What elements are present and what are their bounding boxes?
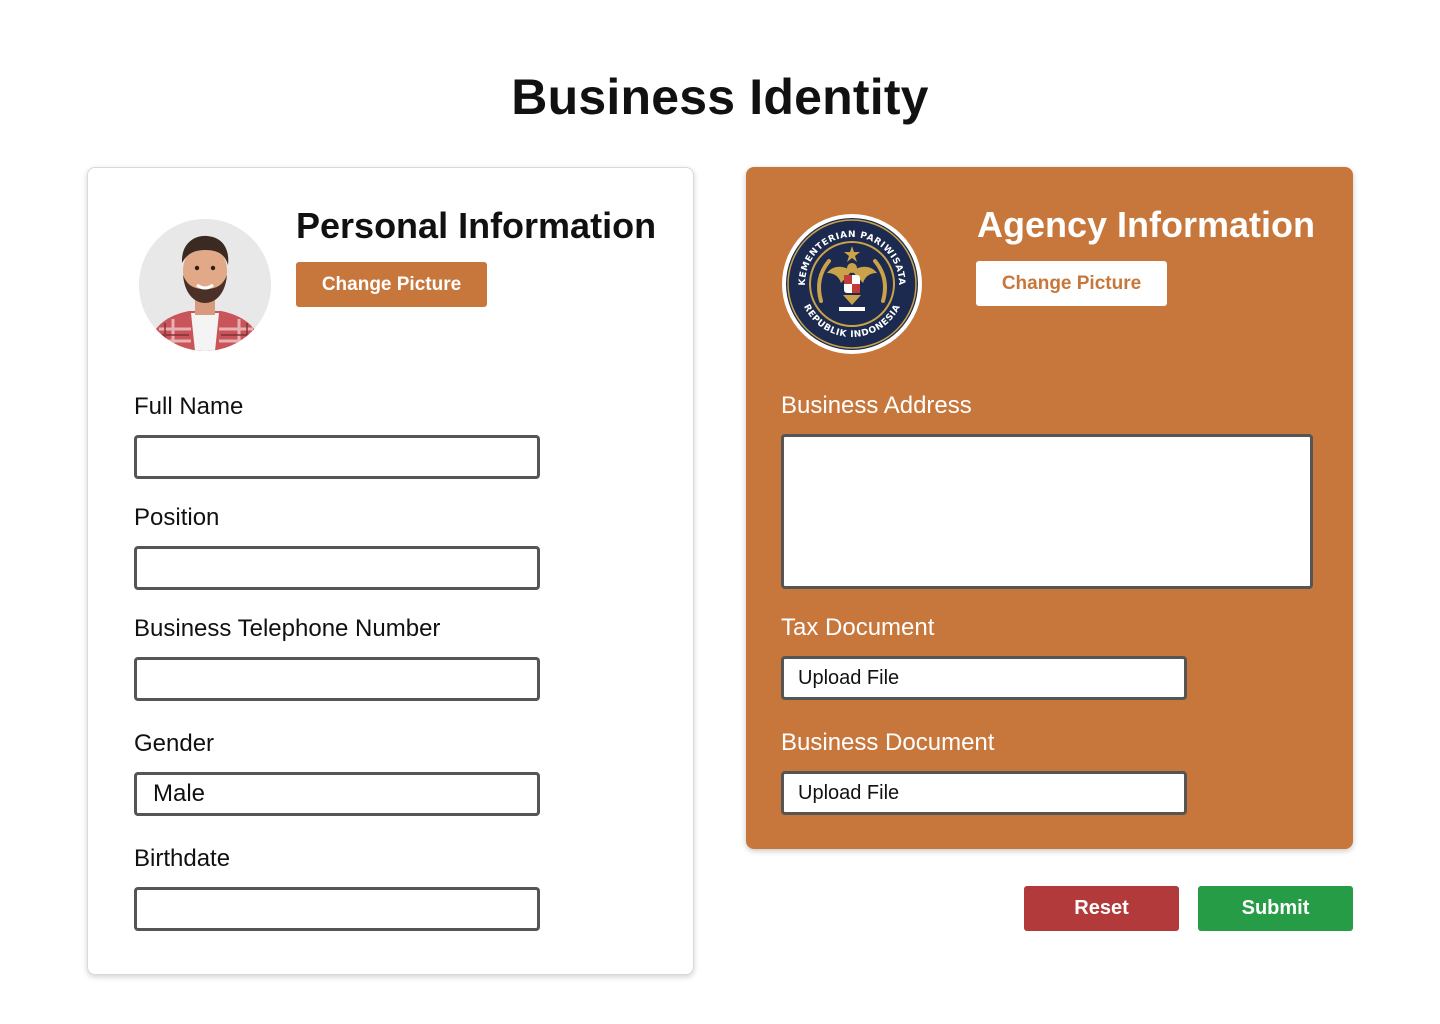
business-document-label: Business Document <box>781 729 995 756</box>
tax-document-label: Tax Document <box>781 614 935 641</box>
person-photo-icon <box>139 219 271 351</box>
tax-document-upload[interactable]: Upload File <box>781 656 1187 700</box>
agency-information-title: Agency Information <box>977 204 1316 245</box>
tax-document-upload-label: Upload File <box>798 666 900 689</box>
gender-select[interactable]: Male <box>134 772 540 816</box>
agency-information-card: KEMENTERIAN PARIWISATA REPUBLIK INDONESI… <box>746 167 1353 849</box>
change-personal-picture-button[interactable]: Change Picture <box>296 262 487 307</box>
birthdate-input[interactable] <box>134 887 540 931</box>
page-title: Business Identity <box>511 69 929 125</box>
birthdate-label: Birthdate <box>134 845 231 872</box>
avatar <box>139 219 271 351</box>
telephone-input[interactable] <box>134 657 540 701</box>
position-label: Position <box>134 504 220 531</box>
gender-label: Gender <box>134 730 215 757</box>
business-address-label: Business Address <box>781 392 972 419</box>
business-address-textarea[interactable] <box>781 434 1313 589</box>
full-name-input[interactable] <box>134 435 540 479</box>
agency-emblem: KEMENTERIAN PARIWISATA REPUBLIK INDONESI… <box>781 213 923 355</box>
position-input[interactable] <box>134 546 540 590</box>
business-document-upload[interactable]: Upload File <box>781 771 1187 815</box>
full-name-label: Full Name <box>134 393 244 420</box>
telephone-label: Business Telephone Number <box>134 615 441 642</box>
change-agency-picture-button[interactable]: Change Picture <box>976 261 1167 306</box>
garuda-emblem-icon: KEMENTERIAN PARIWISATA REPUBLIK INDONESI… <box>782 214 922 354</box>
reset-button[interactable]: Reset <box>1024 886 1179 931</box>
personal-information-title: Personal Information <box>296 205 657 246</box>
business-document-upload-label: Upload File <box>798 781 900 804</box>
submit-button[interactable]: Submit <box>1198 886 1353 931</box>
business-identity-page: Business Identity Personal Information C… <box>0 0 1440 1024</box>
personal-information-card: Personal Information Change Picture Full… <box>87 167 694 975</box>
